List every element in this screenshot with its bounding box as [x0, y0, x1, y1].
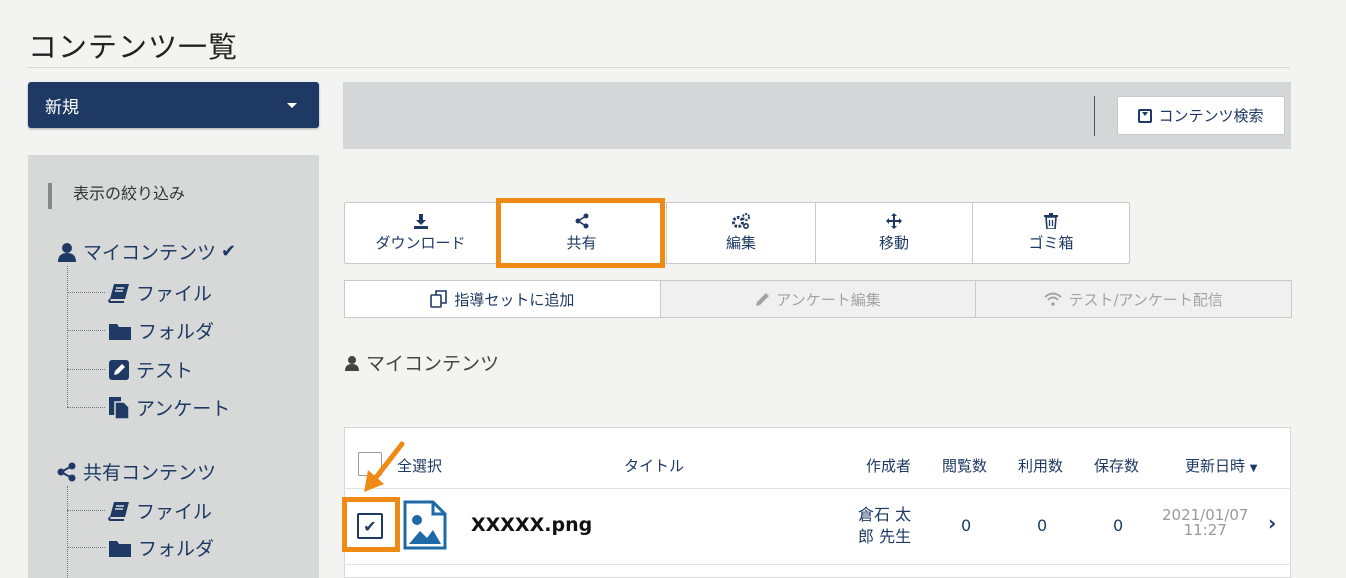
book-icon [108, 501, 129, 521]
copy-icon [430, 290, 448, 308]
tree-line [67, 266, 68, 407]
trash-button[interactable]: ゴミ箱 [973, 203, 1129, 263]
download-label: ダウンロード [375, 234, 466, 252]
user-icon [58, 242, 76, 262]
sidebar-item-label: フォルダ [138, 538, 215, 560]
share-highlight-box [496, 198, 665, 268]
row-saves: 0 [1113, 516, 1124, 535]
header-title[interactable]: タイトル [624, 455, 684, 476]
sidebar-item-my-file[interactable]: ファイル [108, 279, 212, 306]
dropdown-box-icon [1138, 108, 1153, 123]
section-title-label: マイコンテンツ [366, 353, 500, 375]
sidebar-item-label: アンケート [136, 398, 231, 420]
folder-icon [109, 323, 131, 340]
page-title: コンテンツ一覧 [28, 30, 239, 64]
user-icon [345, 355, 359, 371]
deliver-button[interactable]: テスト/アンケート配信 [975, 280, 1293, 318]
trash-label: ゴミ箱 [1028, 234, 1074, 252]
check-icon: ✔ [221, 241, 237, 262]
trash-icon [1044, 213, 1058, 229]
row-creator: 倉石 太 郎 先生 [858, 504, 911, 548]
gears-icon [732, 213, 750, 229]
tree-line [67, 486, 68, 578]
edit-survey-label: アンケート編集 [776, 290, 881, 309]
content-search-button[interactable]: コンテンツ検索 [1117, 96, 1285, 135]
content-search-label: コンテンツ検索 [1158, 107, 1264, 125]
add-guide-set-label: 指導セットに追加 [454, 290, 575, 309]
move-button[interactable]: 移動 [816, 203, 973, 263]
sidebar-item-label: フォルダ [138, 321, 215, 343]
sidebar-item-shared-file[interactable]: ファイル [108, 497, 212, 524]
filter-heading: 表示の絞り込み [48, 180, 185, 209]
toolbar-divider [1094, 96, 1095, 136]
share-icon [57, 462, 76, 481]
header-saves[interactable]: 保存数 [1094, 455, 1139, 476]
contents-table [344, 427, 1291, 578]
edit-label: 編集 [725, 234, 756, 252]
section-title: マイコンテンツ [344, 349, 499, 376]
row-creator-line2: 郎 先生 [858, 527, 912, 546]
sidebar-item-label: 共有コンテンツ [83, 462, 217, 484]
row-views: 0 [961, 516, 972, 535]
header-updated[interactable]: 更新日時 ▼ [1185, 455, 1258, 476]
new-button-label: 新規 [45, 97, 79, 118]
tree-branch [67, 292, 105, 293]
sidebar-item-label: ファイル [136, 501, 213, 523]
edit-survey-button[interactable]: アンケート編集 [659, 280, 977, 318]
sidebar-item-my-survey[interactable]: アンケート [108, 394, 230, 421]
tree-branch [67, 369, 105, 370]
book-icon [108, 283, 129, 303]
row-updated: 2021/01/07 11:27 [1162, 508, 1248, 538]
download-icon [413, 214, 428, 229]
move-label: 移動 [878, 234, 909, 252]
pencil-square-icon [109, 359, 129, 380]
chevron-right-icon[interactable]: › [1268, 511, 1276, 535]
header-views[interactable]: 閲覧数 [942, 455, 987, 476]
sidebar-item-shared-folder[interactable]: フォルダ [108, 534, 214, 561]
table-header-divider [344, 488, 1291, 489]
tree-branch [67, 330, 105, 331]
pencil-icon [756, 293, 770, 306]
move-arrows-icon [886, 213, 902, 229]
header-creator[interactable]: 作成者 [866, 455, 911, 476]
sidebar-item-shared-contents[interactable]: 共有コンテンツ [57, 458, 216, 485]
sidebar-item-my-folder[interactable]: フォルダ [108, 317, 214, 344]
row-creator-line1: 倉石 太 [858, 505, 912, 524]
sort-desc-icon: ▼ [1249, 463, 1258, 474]
row-divider [344, 564, 1291, 565]
image-file-icon [403, 500, 447, 550]
tree-branch [67, 407, 105, 408]
sidebar-item-my-contents[interactable]: マイコンテンツ ✔ [57, 238, 236, 265]
tree-branch [67, 510, 105, 511]
edit-button[interactable]: 編集 [667, 203, 816, 263]
header-updated-label: 更新日時 [1185, 457, 1246, 475]
download-button[interactable]: ダウンロード [345, 203, 497, 263]
header-uses[interactable]: 利用数 [1018, 455, 1063, 476]
tree-branch [67, 547, 105, 548]
row-file-name[interactable]: XXXXX.png [471, 514, 592, 536]
action-button-group: ダウンロード 共有 編集 移動 ゴミ箱 [344, 202, 1130, 264]
folder-icon [109, 540, 131, 557]
checkbox-highlight-box [342, 497, 400, 552]
sidebar-item-label: マイコンテンツ [83, 242, 217, 264]
arrow-pointer-icon [364, 441, 405, 492]
sub-action-group: 指導セットに追加 アンケート編集 テスト/アンケート配信 [344, 280, 1293, 318]
row-uses: 0 [1037, 516, 1048, 535]
wifi-icon [1044, 292, 1063, 306]
caret-down-icon [287, 103, 297, 108]
survey-docs-icon [109, 396, 130, 420]
sidebar-item-label: テスト [136, 360, 194, 382]
deliver-label: テスト/アンケート配信 [1068, 290, 1223, 309]
title-divider [28, 67, 1290, 68]
sidebar-item-label: ファイル [136, 283, 213, 305]
sidebar-item-my-test[interactable]: テスト [108, 356, 193, 383]
add-guide-set-button[interactable]: 指導セットに追加 [344, 280, 661, 318]
new-dropdown-button[interactable]: 新規 [28, 82, 319, 128]
row-updated-time: 11:27 [1183, 521, 1227, 539]
